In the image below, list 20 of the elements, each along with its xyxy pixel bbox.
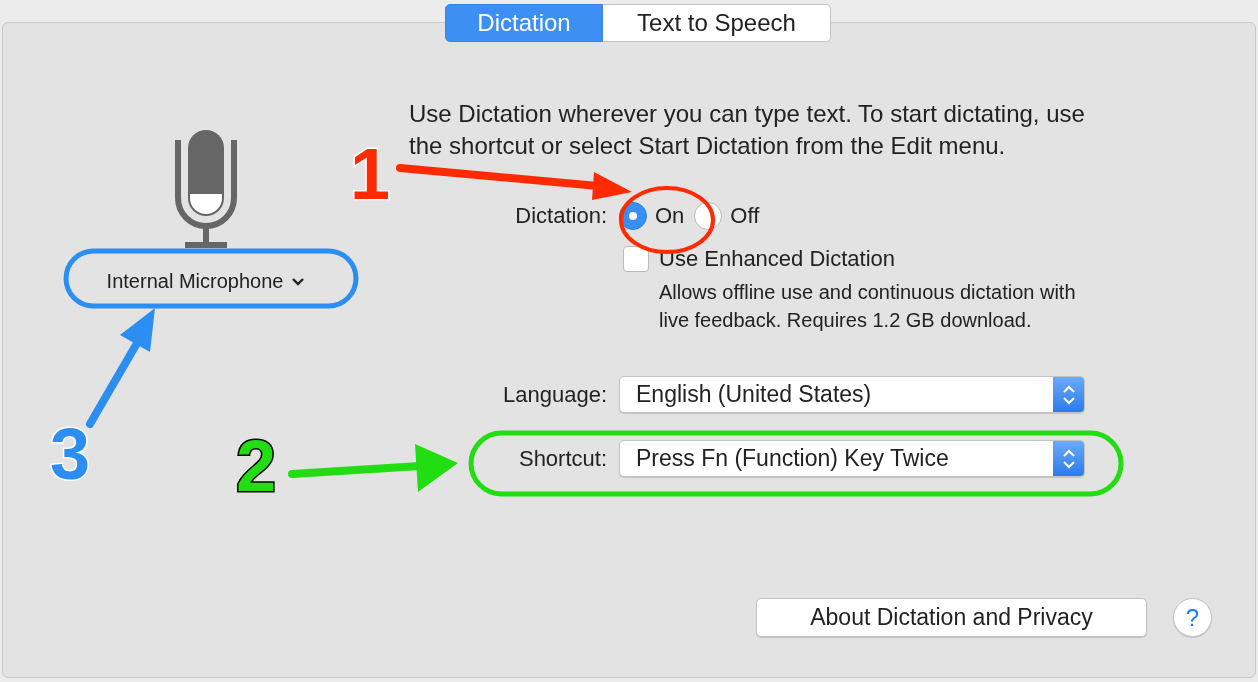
dictation-label: Dictation:: [514, 203, 607, 229]
tab[interactable]: Text to Speech: [603, 4, 831, 42]
chevron-updown-icon: [1061, 383, 1076, 406]
shortcut-label: Shortcut:: [517, 445, 607, 472]
callout-number: 2: [236, 430, 277, 502]
description-text: Use Dictation wherever you can type text. To start dictating, use the shortcut or select Start Dictation from the Edit menu.: [409, 99, 1086, 161]
shortcut-dropdown[interactable]: Press Fn (Function) Key Twice: [619, 440, 1085, 477]
help-button[interactable]: ?: [1173, 598, 1212, 637]
callout-number: 3: [50, 418, 91, 490]
radio-option[interactable]: On: [619, 202, 685, 230]
chevron-updown-icon: [1061, 447, 1076, 470]
enhanced-note: Allows offline use and continuous dictation with live feedback. Requires 1.2 GB download.: [659, 280, 1077, 333]
microphone-dropdown[interactable]: Internal Microphone: [96, 262, 316, 301]
language-label: Language:: [502, 381, 607, 408]
callout-number: 1: [350, 138, 391, 210]
chevron-down-icon: [291, 276, 306, 287]
about-button[interactable]: About Dictation and Privacy: [756, 598, 1147, 637]
radio-option[interactable]: Off: [694, 202, 760, 230]
language-dropdown[interactable]: English (United States): [619, 376, 1085, 413]
enhanced-checkbox[interactable]: Use Enhanced Dictation: [623, 246, 1212, 272]
